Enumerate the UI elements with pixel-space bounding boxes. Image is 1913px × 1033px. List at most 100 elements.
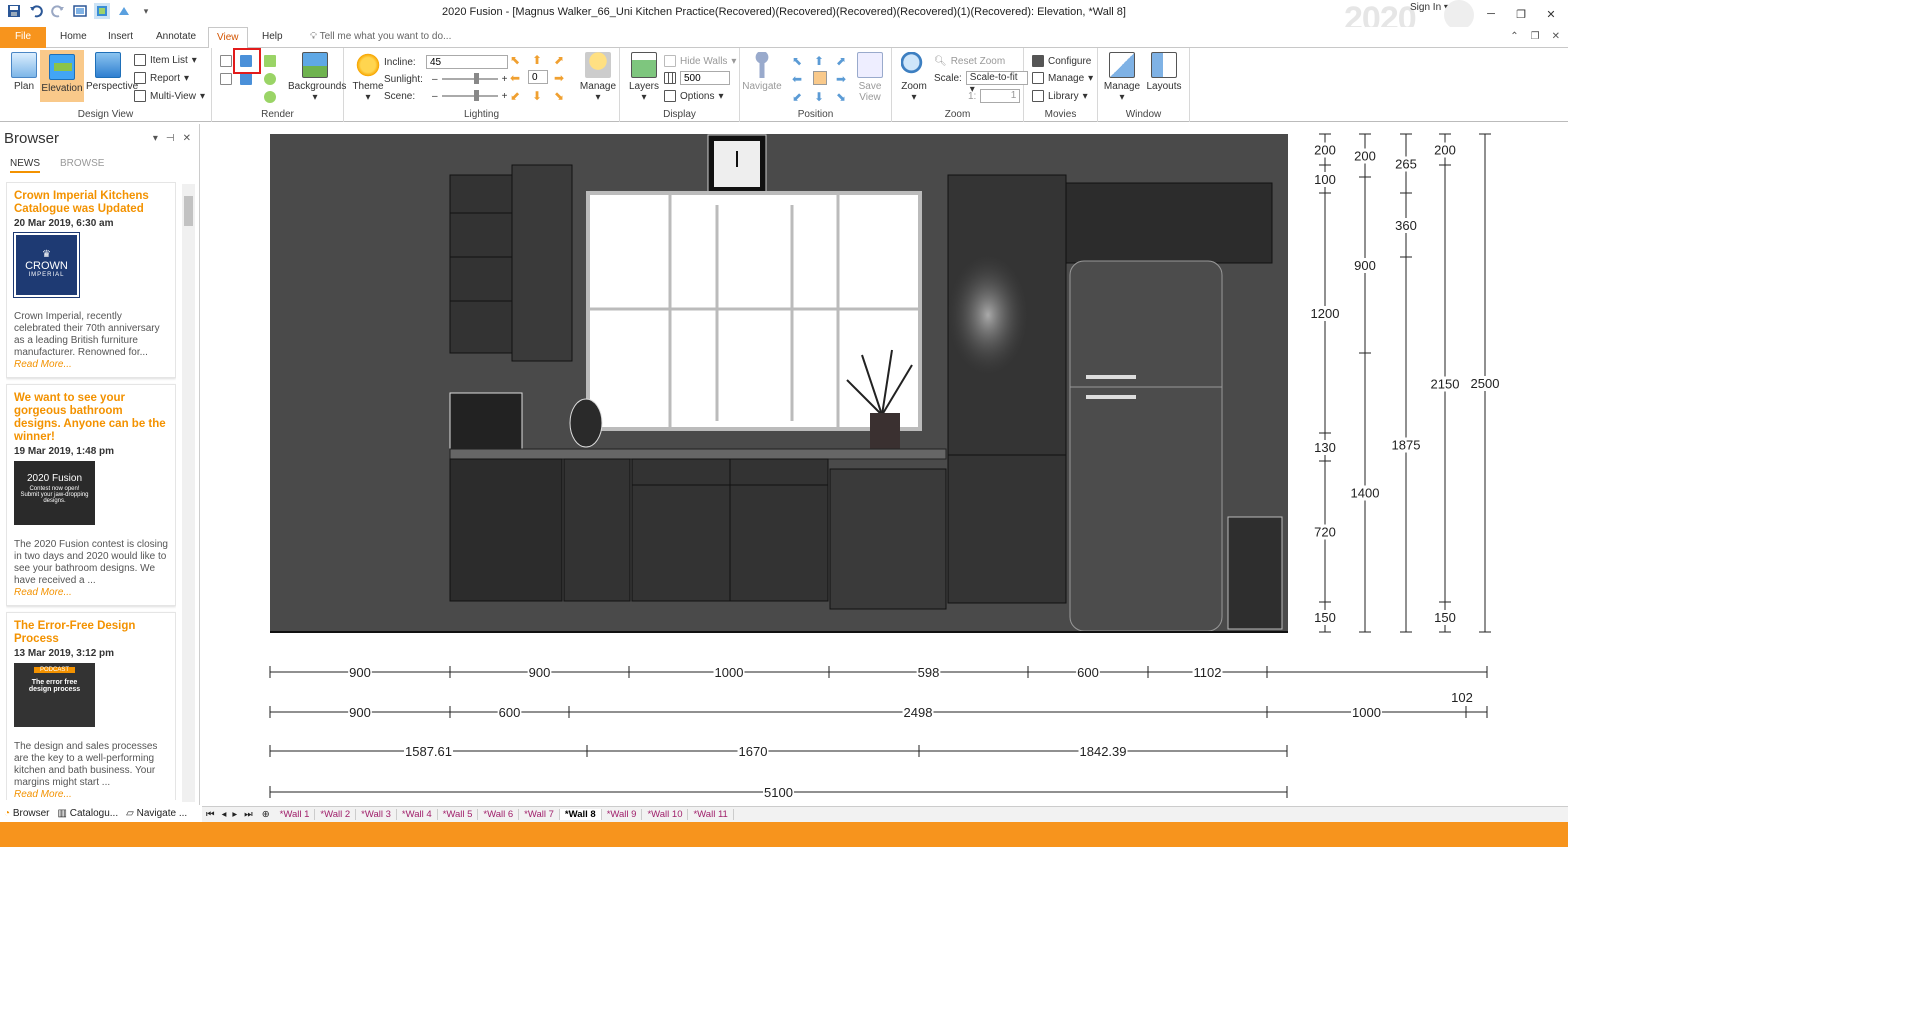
library-button[interactable]: Library ▾ bbox=[1032, 88, 1088, 104]
wall-tab[interactable]: *Wall 6 bbox=[478, 809, 520, 820]
arrow-up-icon[interactable]: ⬆ bbox=[532, 54, 544, 66]
stand-mixer[interactable] bbox=[449, 392, 523, 450]
base-unit[interactable] bbox=[449, 458, 563, 602]
add-wall-icon[interactable]: ⊕ bbox=[257, 809, 275, 820]
nav-first-icon[interactable]: ⏮ bbox=[202, 809, 219, 820]
news-card[interactable]: The Error-Free Design Process 13 Mar 201… bbox=[6, 612, 176, 800]
arrow-down-icon[interactable]: ⬇ bbox=[532, 90, 544, 102]
restore-button[interactable]: ❐ bbox=[1508, 8, 1534, 24]
pan-up-right-icon[interactable]: ⬈ bbox=[836, 54, 846, 68]
elevation-button[interactable]: Elevation bbox=[40, 50, 84, 102]
pin-icon[interactable]: ⊣ bbox=[166, 133, 175, 144]
nav-prev-icon[interactable]: ◂ bbox=[219, 809, 230, 820]
account-icon[interactable] bbox=[1444, 0, 1474, 30]
kettle[interactable] bbox=[569, 398, 603, 448]
wall-tab[interactable]: *Wall 9 bbox=[602, 809, 643, 820]
wireframe-icon[interactable] bbox=[220, 55, 232, 67]
browser-scrollbar[interactable] bbox=[182, 184, 195, 802]
wall-tab[interactable]: *Wall 8 bbox=[559, 809, 602, 820]
tell-me-search[interactable]: 💡︎ Tell me what you want to do... bbox=[310, 31, 451, 42]
restore-doc-icon[interactable]: ❐ bbox=[1531, 31, 1540, 42]
news-title[interactable]: The Error-Free Design Process bbox=[14, 620, 168, 646]
save-view-button[interactable]: Save View bbox=[850, 52, 890, 103]
ratio-input[interactable]: 1 bbox=[980, 89, 1021, 103]
wall-tab[interactable]: *Wall 7 bbox=[519, 809, 560, 820]
news-title[interactable]: We want to see your gorgeous bathroom de… bbox=[14, 392, 168, 444]
theme-button[interactable]: Theme ▾ bbox=[348, 52, 388, 103]
incline-input[interactable] bbox=[426, 55, 508, 69]
tall-unit[interactable] bbox=[947, 174, 1067, 604]
close-button[interactable]: ✕ bbox=[1538, 8, 1564, 24]
read-more-link[interactable]: Read More... bbox=[14, 587, 168, 598]
pedal-bin[interactable] bbox=[1227, 516, 1283, 630]
plus-icon[interactable]: + bbox=[502, 74, 508, 85]
pan-right-icon[interactable]: ➡ bbox=[836, 72, 846, 86]
configure-button[interactable]: Configure bbox=[1032, 53, 1091, 69]
arrow-up-right-icon[interactable]: ⬈ bbox=[554, 54, 566, 66]
arrow-up-left-icon[interactable]: ⬉ bbox=[510, 54, 522, 66]
wall-tab[interactable]: *Wall 11 bbox=[688, 809, 734, 820]
reset-zoom-button[interactable]: 🔍︎ Reset Zoom bbox=[934, 53, 1005, 69]
plus-icon[interactable]: + bbox=[502, 91, 508, 102]
zoom-button[interactable]: Zoom ▾ bbox=[894, 52, 934, 103]
arrow-down-right-icon[interactable]: ⬊ bbox=[554, 90, 566, 102]
wall-tab[interactable]: *Wall 5 bbox=[438, 809, 479, 820]
dishwasher[interactable] bbox=[829, 468, 947, 610]
backgrounds-button[interactable]: Backgrounds ▾ bbox=[288, 52, 346, 103]
solid-cube-icon[interactable] bbox=[240, 73, 252, 85]
scale-select[interactable]: Scale-to-fit ▾ bbox=[965, 71, 1028, 95]
news-card[interactable]: Crown Imperial Kitchens Catalogue was Up… bbox=[6, 182, 176, 378]
render-settings-icon[interactable] bbox=[264, 73, 276, 85]
sunlight-input[interactable] bbox=[528, 70, 548, 84]
render-ray-icon[interactable] bbox=[264, 91, 276, 103]
render-green-icon[interactable] bbox=[264, 55, 276, 67]
window-manage-button[interactable]: Manage ▾ bbox=[1102, 52, 1142, 103]
pan-up-left-icon[interactable]: ⬉ bbox=[792, 54, 802, 68]
fridge[interactable] bbox=[1069, 260, 1223, 632]
wall-tab[interactable]: *Wall 1 bbox=[275, 809, 316, 820]
pan-up-icon[interactable]: ⬆ bbox=[814, 54, 824, 68]
wall-tab[interactable]: *Wall 4 bbox=[397, 809, 438, 820]
grid-size-input[interactable] bbox=[680, 71, 730, 85]
read-more-link[interactable]: Read More... bbox=[14, 359, 168, 370]
wall-cabinet[interactable] bbox=[1065, 182, 1273, 264]
multi-view-button[interactable]: Multi-View ▾ bbox=[134, 88, 205, 104]
nav-last-icon[interactable]: ⏭ bbox=[240, 809, 257, 820]
minus-icon[interactable]: – bbox=[432, 74, 438, 85]
scroll-thumb[interactable] bbox=[184, 196, 193, 226]
panel-tab-browser[interactable]: ◔ Browser bbox=[4, 808, 50, 819]
pan-down-icon[interactable]: ⬇ bbox=[814, 90, 824, 104]
read-more-link[interactable]: Read More... bbox=[14, 789, 168, 800]
pan-left-icon[interactable]: ⬅ bbox=[792, 72, 802, 86]
tab-view[interactable]: View bbox=[208, 27, 248, 49]
arrow-down-left-icon[interactable]: ⬋ bbox=[510, 90, 522, 102]
news-title[interactable]: Crown Imperial Kitchens Catalogue was Up… bbox=[14, 190, 168, 216]
sunlight-slider[interactable] bbox=[441, 73, 498, 84]
tab-browse[interactable]: BROWSE bbox=[60, 158, 104, 173]
news-card[interactable]: We want to see your gorgeous bathroom de… bbox=[6, 384, 176, 606]
pan-down-right-icon[interactable]: ⬊ bbox=[836, 90, 846, 104]
wall-tab[interactable]: *Wall 3 bbox=[356, 809, 397, 820]
layouts-button[interactable]: Layouts bbox=[1144, 52, 1184, 92]
tab-annotate[interactable]: Annotate bbox=[148, 27, 204, 48]
lighting-manage-button[interactable]: Manage ▾ bbox=[578, 52, 618, 103]
hidden-line-icon[interactable] bbox=[220, 73, 232, 85]
item-list-button[interactable]: Item List ▾ bbox=[134, 52, 197, 68]
movies-manage-button[interactable]: Manage ▾ bbox=[1032, 70, 1093, 86]
open-shelf-unit[interactable] bbox=[449, 174, 513, 354]
minus-icon[interactable]: – bbox=[432, 91, 438, 102]
elevation-drawing[interactable]: 900 900 1000 598 600 1102 900 600 2498 1000 102 158… bbox=[202, 125, 1568, 805]
tab-news[interactable]: NEWS bbox=[10, 158, 40, 173]
close-panel-icon[interactable]: ✕ bbox=[183, 133, 191, 144]
base-unit[interactable] bbox=[563, 458, 631, 602]
hide-walls-button[interactable]: Hide Walls ▾ bbox=[664, 53, 736, 69]
pan-down-left-icon[interactable]: ⬋ bbox=[792, 90, 802, 104]
perspective-button[interactable]: Perspective bbox=[86, 52, 138, 92]
report-button[interactable]: Report ▾ bbox=[134, 70, 189, 86]
tab-insert[interactable]: Insert bbox=[100, 27, 141, 48]
dropdown-icon[interactable]: ▾ bbox=[153, 133, 158, 144]
wall-tab[interactable]: *Wall 2 bbox=[315, 809, 357, 820]
options-button[interactable]: Options ▾ bbox=[664, 88, 724, 104]
layers-button[interactable]: Layers ▾ bbox=[624, 52, 664, 103]
panel-tab-catalogue[interactable]: ▥ Catalogu... bbox=[58, 808, 119, 819]
